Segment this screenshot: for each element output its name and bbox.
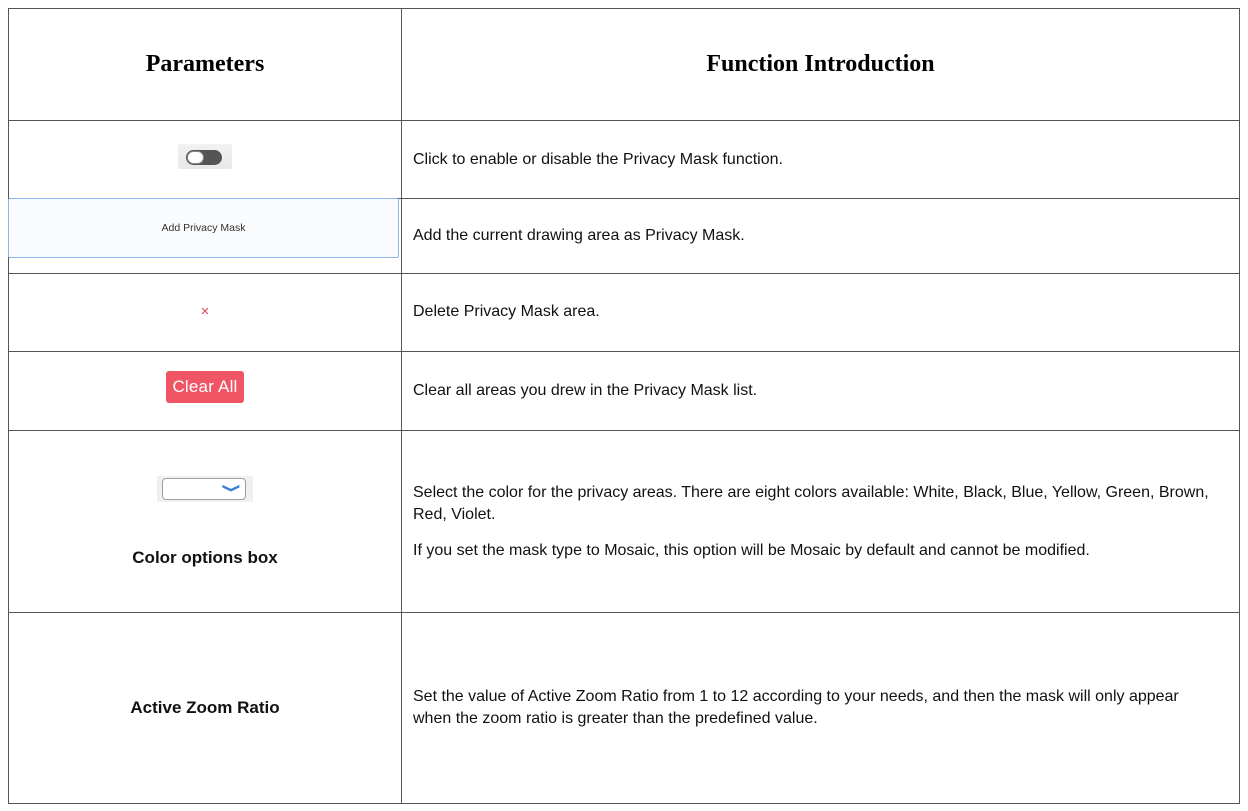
description-paragraph: Select the color for the privacy areas. … [413, 483, 1209, 523]
color-select-wrapper: ❯ [157, 475, 253, 502]
param-label: Active Zoom Ratio [130, 698, 280, 718]
description-cell: Set the value of Active Zoom Ratio from … [401, 612, 1240, 804]
param-cell: × [8, 272, 402, 352]
clear-all-button[interactable]: Clear All [166, 370, 244, 403]
parameters-table: Parameters Function Introduction Click t… [8, 7, 1240, 804]
description-cell: Add the current drawing area as Privacy … [401, 198, 1240, 274]
description-cell: Delete Privacy Mask area. [401, 272, 1240, 352]
color-select[interactable]: ❯ [162, 477, 246, 500]
description-paragraph: If you set the mask type to Mosaic, this… [413, 541, 1090, 559]
header-function-introduction: Function Introduction [401, 7, 1240, 122]
toggle-knob [187, 151, 204, 165]
param-cell: Active Zoom Ratio [8, 612, 402, 804]
close-icon[interactable]: × [201, 303, 210, 320]
param-cell: ❯ Color options box [8, 430, 402, 614]
param-cell: Clear All [8, 350, 402, 432]
param-cell [8, 120, 402, 200]
table-row: Add Privacy Mask Add the current drawing… [8, 198, 1240, 274]
add-privacy-mask-button[interactable]: Add Privacy Mask [8, 198, 399, 259]
table-row: Click to enable or disable the Privacy M… [8, 120, 1240, 200]
table-row: × Delete Privacy Mask area. [8, 272, 1240, 352]
description-cell: Select the color for the privacy areas. … [401, 430, 1240, 614]
table-row: Clear All Clear all areas you drew in th… [8, 350, 1240, 432]
param-label: Color options box [132, 547, 278, 567]
table-row: ❯ Color options box Select the color for… [8, 430, 1240, 614]
description-cell: Clear all areas you drew in the Privacy … [401, 350, 1240, 432]
param-cell: Add Privacy Mask [8, 198, 402, 274]
table-row: Active Zoom Ratio Set the value of Activ… [8, 612, 1240, 804]
chevron-down-icon: ❯ [222, 482, 242, 493]
table-header-row: Parameters Function Introduction [8, 7, 1240, 122]
header-parameters: Parameters [8, 7, 402, 122]
privacy-mask-toggle[interactable] [178, 144, 232, 170]
description-cell: Click to enable or disable the Privacy M… [401, 120, 1240, 200]
